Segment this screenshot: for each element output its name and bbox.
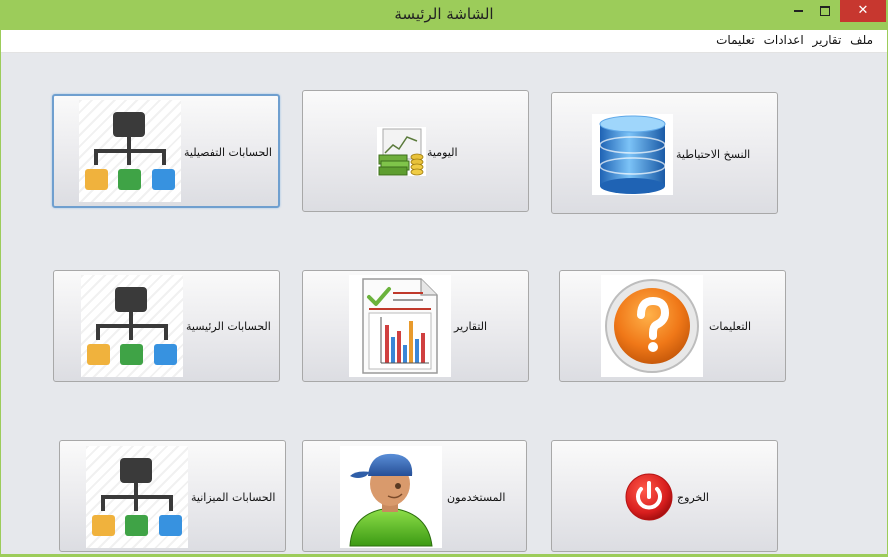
- money-chart-icon: [377, 127, 426, 176]
- budget-accounts-button[interactable]: الحسابات الميزانية: [59, 440, 286, 552]
- detailed-accounts-button[interactable]: الحسابات التفصيلية: [52, 94, 280, 208]
- menu-file[interactable]: ملف: [850, 33, 873, 47]
- dashboard-area: الحسابات التفصيلية اليومية النسخ الاحتيا…: [1, 53, 887, 554]
- detailed-accounts-label: الحسابات التفصيلية: [184, 146, 272, 159]
- database-icon: [592, 114, 673, 195]
- menu-bar: ملف تقارير اعدادات تعليمات: [1, 30, 887, 53]
- close-button[interactable]: ✕: [840, 0, 886, 22]
- maximize-button[interactable]: [813, 0, 837, 22]
- help-label: التعليمات: [709, 320, 752, 333]
- hierarchy-icon: [79, 100, 181, 202]
- menu-settings[interactable]: اعدادات: [764, 33, 804, 47]
- main-window: الشاشة الرئيسة ✕ ملف تقارير اعدادات تعلي…: [0, 0, 888, 557]
- report-chart-icon: [349, 275, 451, 377]
- menu-reports[interactable]: تقارير: [813, 33, 842, 47]
- journal-label: اليومية: [427, 146, 458, 159]
- minimize-icon: [793, 9, 803, 12]
- reports-label: التقارير: [454, 320, 488, 333]
- help-button[interactable]: التعليمات: [559, 270, 786, 382]
- maximize-icon: [820, 5, 830, 16]
- minimize-button[interactable]: [786, 0, 810, 22]
- backup-button[interactable]: النسخ الاحتياطية: [551, 92, 778, 214]
- window-title: الشاشة الرئيسة: [394, 5, 494, 23]
- power-icon: [624, 472, 674, 522]
- title-bar[interactable]: الشاشة الرئيسة ✕: [0, 0, 888, 30]
- close-icon: ✕: [857, 3, 869, 18]
- journal-button[interactable]: اليومية: [302, 90, 529, 212]
- main-accounts-label: الحسابات الرئيسية: [186, 320, 271, 333]
- user-icon: [340, 446, 442, 548]
- users-button[interactable]: المستخدمون: [302, 440, 527, 552]
- reports-button[interactable]: التقارير: [302, 270, 529, 382]
- menu-items: ملف تقارير اعدادات تعليمات: [711, 33, 873, 47]
- hierarchy-icon: [86, 446, 188, 548]
- exit-button[interactable]: الخروج: [551, 440, 778, 552]
- hierarchy-icon: [81, 275, 183, 377]
- menu-help[interactable]: تعليمات: [716, 33, 755, 47]
- backup-label: النسخ الاحتياطية: [676, 148, 751, 161]
- budget-accounts-label: الحسابات الميزانية: [191, 491, 276, 504]
- exit-label: الخروج: [677, 491, 709, 504]
- main-accounts-button[interactable]: الحسابات الرئيسية: [53, 270, 280, 382]
- help-icon: [601, 275, 703, 377]
- users-label: المستخدمون: [447, 491, 506, 504]
